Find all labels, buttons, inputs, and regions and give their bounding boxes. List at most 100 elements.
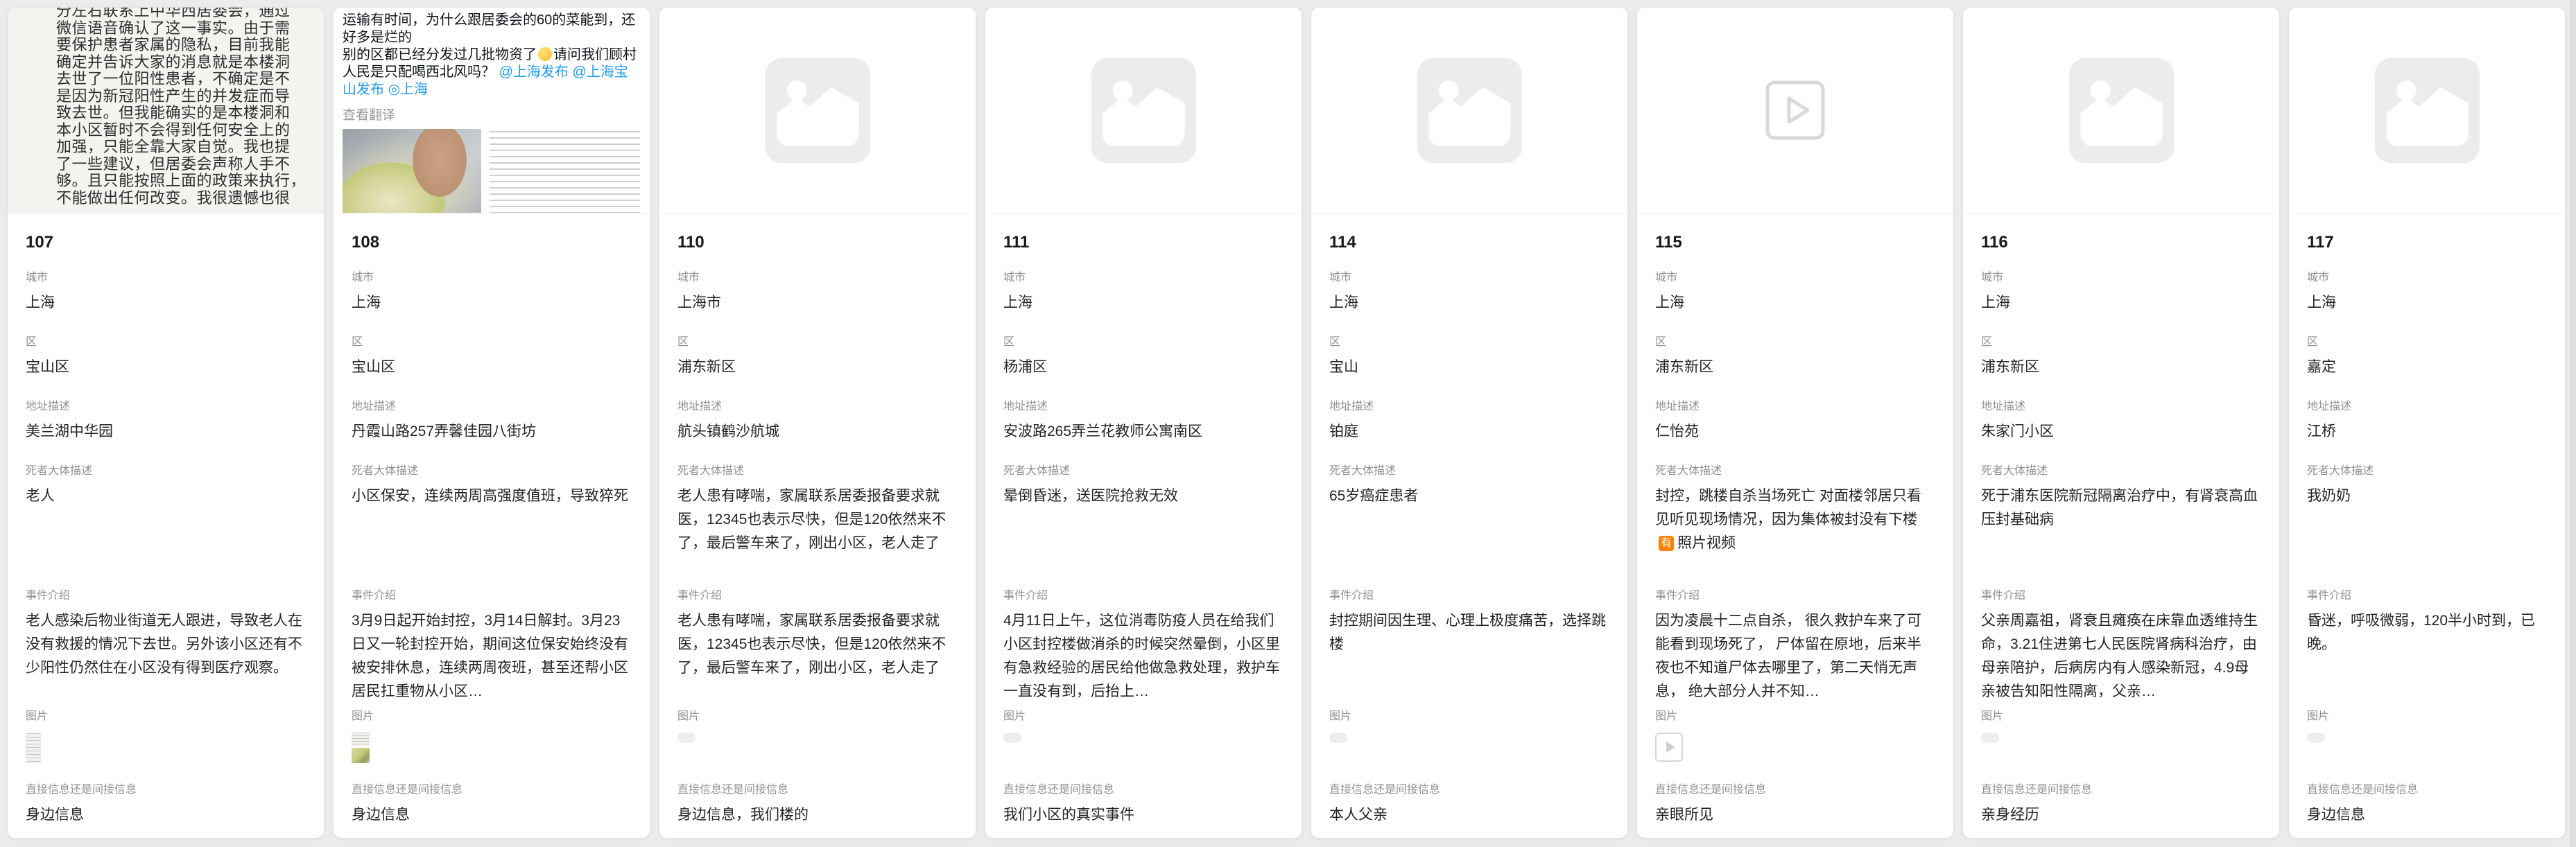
field-district: 区 嘉定: [2307, 335, 2547, 399]
field-city-label: 城市: [2307, 270, 2547, 286]
field-deceased-label: 死者大体描述: [26, 464, 306, 479]
crying-face-emoji: [538, 47, 552, 61]
field-address: 地址描述 铂庭: [1329, 399, 1609, 464]
field-deceased-label: 死者大体描述: [1655, 464, 1935, 479]
field-image: 图片: [1003, 709, 1283, 783]
field-event-label: 事件介绍: [2307, 588, 2547, 604]
field-city: 城市 上海: [1981, 270, 2261, 335]
field-city-value: 上海: [352, 291, 632, 315]
field-city: 城市 上海: [1003, 270, 1283, 335]
attachment-thumbnail[interactable]: [1981, 733, 1999, 743]
field-address-value: 仁怡苑: [1655, 420, 1935, 444]
image-placeholder-icon: [761, 53, 875, 168]
field-source: 直接信息还是间接信息 亲眼所见: [1655, 783, 1935, 838]
rotten-cabbage-photo: [343, 129, 481, 213]
field-event: 事件介绍 父亲周嘉祖，肾衰且瘫痪在床靠血透维持生命，3.21住进第七人民医院肾病…: [1981, 588, 2261, 709]
scrollbar-track[interactable]: [2570, 0, 2576, 847]
field-city: 城市 上海市: [677, 270, 958, 335]
field-source-label: 直接信息还是间接信息: [1329, 783, 1609, 798]
field-source-label: 直接信息还是间接信息: [1981, 783, 2261, 798]
field-city-value: 上海: [1981, 291, 2261, 315]
card-body: 108 城市 上海 区 宝山区 地址描述 丹霞山路257弄馨佳园八街坊 死者大体…: [334, 213, 650, 838]
field-address-value: 江桥: [2307, 420, 2547, 444]
attachment-thumbnail[interactable]: [677, 733, 695, 743]
field-address-label: 地址描述: [1655, 399, 1935, 414]
card-media-115[interactable]: [1637, 8, 1953, 213]
field-district: 区 宝山区: [26, 335, 306, 399]
field-event-label: 事件介绍: [677, 588, 958, 604]
field-address-value: 航头镇鹤沙航城: [677, 420, 958, 444]
location-link[interactable]: ◎上海: [388, 82, 428, 97]
record-card-110[interactable]: 110 城市 上海市 区 浦东新区 地址描述 航头镇鹤沙航城 死者大体描述 老人…: [659, 7, 976, 839]
record-card-114[interactable]: 114 城市 上海 区 宝山 地址描述 铂庭 死者大体描述 65岁癌症患者 事件…: [1311, 7, 1628, 839]
field-source: 直接信息还是间接信息 本人父亲: [1329, 783, 1609, 838]
you-badge-icon: 有: [1659, 536, 1674, 551]
play-triangle-icon: [1666, 742, 1675, 753]
video-play-icon[interactable]: [1765, 80, 1826, 141]
field-deceased-label: 死者大体描述: [1981, 464, 2261, 479]
field-city-label: 城市: [1655, 270, 1935, 286]
field-city-label: 城市: [1003, 270, 1283, 286]
field-district-value: 浦东新区: [677, 356, 958, 379]
field-event: 事件介绍 老人患有哮喘，家属联系居委报备要求就医，12345也表示尽快，但是12…: [677, 588, 958, 709]
record-id: 108: [352, 213, 632, 270]
card-body: 117 城市 上海 区 嘉定 地址描述 江桥 死者大体描述 我奶奶 事件介绍 昏…: [2289, 213, 2565, 838]
field-city-value: 上海: [2307, 291, 2547, 315]
video-attachment-thumbnail[interactable]: [1655, 733, 1683, 762]
card-media-107[interactable]: 分左右联系上中华西居委会，通过 微信语音确认了这一事实。由于需 要保护患者家属的…: [8, 8, 324, 213]
record-card-108[interactable]: 运输有时间，为什么跟居委会的60的菜能到，还好多是烂的 别的区都已经分发过几批物…: [333, 7, 650, 839]
record-id: 107: [26, 213, 306, 270]
field-district: 区 浦东新区: [1981, 335, 2261, 399]
attachment-thumbnail[interactable]: [2307, 733, 2325, 743]
field-district-label: 区: [1329, 335, 1609, 350]
field-event: 事件介绍 3月9日起开始封控，3月14日解封。3月23日又一轮封控开始，期间这位…: [352, 588, 632, 709]
field-deceased-value: 封控，跳楼自杀当场死亡 对面楼邻居只看见听见现场情况，因为集体被封没有下楼有照片…: [1655, 484, 1935, 555]
field-district-value: 宝山: [1329, 356, 1609, 379]
field-city-value: 上海: [1655, 291, 1935, 315]
field-deceased-value: 小区保安，连续两周高强度值班，导致猝死: [352, 484, 632, 508]
record-id: 114: [1329, 213, 1609, 270]
field-source-value: 亲身经历: [1981, 803, 2261, 827]
field-image: 图片: [2307, 709, 2547, 783]
card-media-114: [1311, 8, 1627, 213]
card-gallery: 分左右联系上中华西居委会，通过 微信语音确认了这一事实。由于需 要保护患者家属的…: [0, 0, 2576, 839]
record-id: 117: [2307, 213, 2547, 270]
field-district-value: 浦东新区: [1981, 356, 2261, 379]
record-card-116[interactable]: 116 城市 上海 区 浦东新区 地址描述 朱家门小区 死者大体描述 死于浦东医…: [1962, 7, 2280, 839]
field-image: 图片: [1329, 709, 1609, 783]
field-address-label: 地址描述: [2307, 399, 2547, 414]
field-city-label: 城市: [1981, 270, 2261, 286]
attachment-thumbnail[interactable]: [1003, 733, 1021, 743]
page-background: { "colors": { "page_bg": "#ebebeb", "acc…: [0, 0, 2576, 847]
field-address: 地址描述 江桥: [2307, 399, 2547, 464]
record-card-115[interactable]: 115 城市 上海 区 浦东新区 地址描述 仁怡苑 死者大体描述 封控，跳楼自杀…: [1636, 7, 1954, 839]
card-media-108[interactable]: 运输有时间，为什么跟居委会的60的菜能到，还好多是烂的 别的区都已经分发过几批物…: [334, 8, 650, 213]
field-source: 直接信息还是间接信息 身边信息，我们楼的: [677, 783, 958, 838]
field-city-value: 上海: [1329, 291, 1609, 315]
mention-link[interactable]: @上海发布: [499, 64, 569, 80]
field-event: 事件介绍 因为凌晨十二点自杀， 很久救护车来了可能看到现场死了， 尸体留在原地，…: [1655, 588, 1935, 709]
field-event-value: 因为凌晨十二点自杀， 很久救护车来了可能看到现场死了， 尸体留在原地，后来半夜也…: [1655, 609, 1935, 704]
field-image-label: 图片: [352, 709, 632, 724]
attachment-thumbnail[interactable]: [26, 733, 41, 763]
field-deceased: 死者大体描述 死于浦东医院新冠隔离治疗中，有肾衰高血压封基础病: [1981, 464, 2261, 588]
field-source: 直接信息还是间接信息 身边信息: [352, 783, 632, 838]
attachment-thumbnail[interactable]: [352, 733, 370, 746]
field-deceased-value: 晕倒昏迷，送医院抢救无效: [1003, 484, 1283, 508]
attachment-thumbnail[interactable]: [352, 748, 370, 763]
record-card-111[interactable]: 111 城市 上海 区 杨浦区 地址描述 安波路265弄兰花教师公寓南区 死者大…: [985, 7, 1302, 839]
field-district-label: 区: [26, 335, 306, 350]
attachment-thumbnail[interactable]: [1329, 733, 1347, 743]
long-text-screenshot: [490, 131, 640, 213]
field-event-label: 事件介绍: [26, 588, 306, 604]
tweet-media-row: [343, 129, 640, 213]
field-district-value: 浦东新区: [1655, 356, 1935, 379]
field-source-value: 本人父亲: [1329, 803, 1609, 827]
field-image: 图片: [26, 709, 306, 783]
field-district: 区 浦东新区: [677, 335, 958, 399]
field-district: 区 杨浦区: [1003, 335, 1283, 399]
record-card-117[interactable]: 117 城市 上海 区 嘉定 地址描述 江桥 死者大体描述 我奶奶 事件介绍 昏…: [2288, 7, 2566, 839]
field-deceased-value: 老人: [26, 484, 306, 508]
translate-link[interactable]: 查看翻译: [343, 105, 640, 123]
record-card-107[interactable]: 分左右联系上中华西居委会，通过 微信语音确认了这一事实。由于需 要保护患者家属的…: [7, 7, 325, 839]
